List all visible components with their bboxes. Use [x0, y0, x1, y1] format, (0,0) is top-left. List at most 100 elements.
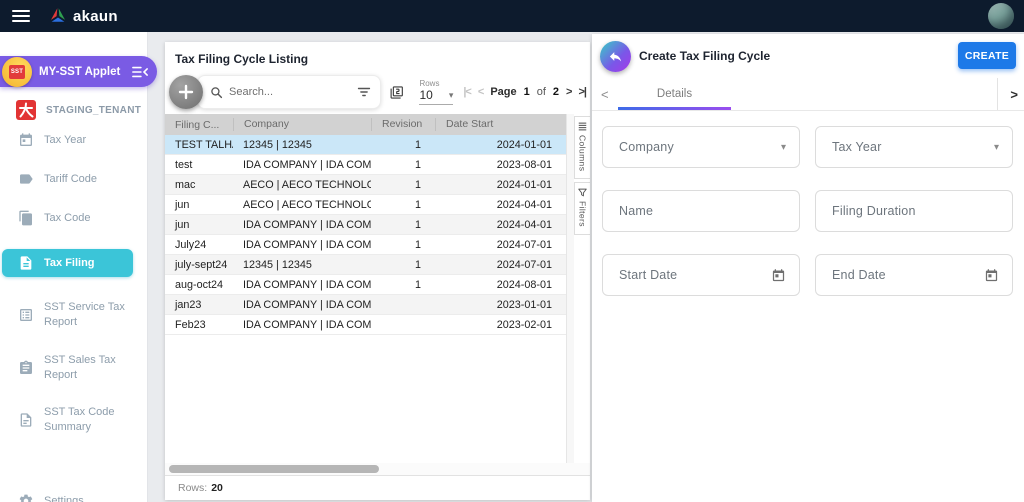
cell-date-start: 2024-04-01: [496, 218, 552, 231]
sidebar-item-tariff-code[interactable]: Tariff Code: [0, 171, 141, 187]
table-row[interactable]: july-sept24 12345 | 12345 1 2024-07-01: [165, 255, 566, 275]
table-header: Filing C... Company Revision Date Start: [165, 114, 566, 135]
user-avatar[interactable]: [988, 3, 1014, 29]
applet-switcher[interactable]: SST MY-SST Applet: [0, 56, 157, 87]
vertical-scrollbar[interactable]: [566, 114, 574, 463]
sidebar-item-sst-tax-code-summary[interactable]: SST Tax Code Summary: [0, 405, 141, 435]
sidebar-item-tax-year[interactable]: Tax Year: [0, 132, 141, 148]
cell-company: IDA COMPANY | IDA COMPA...: [243, 158, 371, 171]
calendar-icon[interactable]: [984, 268, 999, 283]
cell-filing: july-sept24: [175, 258, 228, 271]
name-field[interactable]: Name: [602, 190, 800, 232]
cell-date-start: 2023-02-01: [496, 318, 552, 331]
sst-applet-icon: SST: [2, 56, 32, 87]
table-row[interactable]: TEST TALHA 12345 | 12345 1 2024-01-01: [165, 135, 566, 155]
table-row[interactable]: Feb23 IDA COMPANY | IDA COMPA... 2023-02…: [165, 315, 566, 335]
search-input[interactable]: [229, 86, 357, 98]
collapse-sidebar-icon[interactable]: [132, 65, 148, 79]
tab-details[interactable]: Details: [618, 78, 731, 110]
table-row[interactable]: jun IDA COMPANY | IDA COMPA... 1 2024-04…: [165, 215, 566, 235]
page-label: Page: [490, 86, 517, 98]
cell-date-start: 2023-01-01: [496, 298, 552, 311]
filter-list-icon[interactable]: [357, 86, 371, 98]
tabs-scroll-right-icon[interactable]: >: [1010, 87, 1018, 102]
table-row[interactable]: test IDA COMPANY | IDA COMPA... 1 2023-0…: [165, 155, 566, 175]
cell-filing: jan23: [175, 298, 202, 311]
cell-company: IDA COMPANY | IDA COMPA...: [243, 298, 371, 311]
cell-revision: 1: [414, 258, 421, 271]
sidebar-item-label: Tariff Code: [44, 172, 97, 185]
tenant-selector[interactable]: STAGING_TENANT: [16, 100, 141, 120]
calendar-icon[interactable]: [771, 268, 786, 283]
sidebar-item-label: Tax Filing: [44, 256, 95, 269]
table-row[interactable]: jan23 IDA COMPANY | IDA COMPA... 2023-01…: [165, 295, 566, 315]
cell-company: AECO | AECO TECHNOLOGIE...: [243, 198, 371, 211]
copy-icon: [19, 210, 32, 226]
sidebar-item-sst-sales-tax-report[interactable]: SST Sales Tax Report: [0, 353, 141, 383]
cell-company: IDA COMPANY | IDA COMPA...: [243, 318, 371, 331]
cell-filing: test: [175, 158, 193, 171]
horizontal-scrollbar[interactable]: [165, 463, 590, 475]
multi-view-2-icon[interactable]: [390, 83, 403, 102]
clipboard-icon: [20, 360, 32, 374]
back-button[interactable]: [600, 40, 631, 72]
filters-tab[interactable]: Filters: [574, 182, 590, 236]
of-label: of: [536, 86, 546, 98]
cell-filing: jun: [175, 218, 190, 231]
add-record-button[interactable]: [169, 75, 203, 109]
end-date-field[interactable]: End Date: [815, 254, 1013, 296]
rows-per-page-select[interactable]: Rows 10 ▾: [419, 79, 454, 105]
detail-form: Company ▾ Tax Year ▾ Name Filing Duratio…: [592, 111, 1024, 296]
column-header-company[interactable]: Company: [233, 118, 371, 131]
table-row[interactable]: mac AECO | AECO TECHNOLOGIE... 1 2024-01…: [165, 175, 566, 195]
cell-revision: 1: [414, 178, 421, 191]
last-page-button[interactable]: >|: [578, 86, 586, 98]
table-body: TEST TALHA 12345 | 12345 1 2024-01-01 te…: [165, 135, 566, 335]
tabs-scroll-left-icon[interactable]: <: [601, 87, 609, 102]
panel-title: Create Tax Filing Cycle: [639, 49, 771, 63]
cell-revision: 1: [414, 138, 421, 151]
sidebar-item-tax-code[interactable]: Tax Code: [0, 210, 141, 226]
start-date-field[interactable]: Start Date: [602, 254, 800, 296]
tax-year-select[interactable]: Tax Year ▾: [815, 126, 1013, 168]
next-page-button[interactable]: >: [566, 86, 573, 98]
table-row[interactable]: jun AECO | AECO TECHNOLOGIE... 1 2024-04…: [165, 195, 566, 215]
sidebar-item-sst-service-tax-report[interactable]: SST Service Tax Report: [0, 300, 141, 330]
horizontal-scrollbar-thumb[interactable]: [169, 465, 379, 473]
sidebar: SST MY-SST Applet STAGING_TENANT Tax Yea…: [0, 32, 157, 502]
caret-down-icon: ▾: [448, 89, 454, 100]
file-icon: [20, 413, 32, 427]
settings-label: Settings: [44, 495, 84, 502]
caret-down-icon: ▾: [780, 141, 786, 153]
create-tax-filing-cycle-panel: Create Tax Filing Cycle CREATE < Details…: [592, 34, 1024, 502]
rows-count-label: Rows:: [178, 482, 208, 494]
cell-company: 12345 | 12345: [243, 258, 312, 271]
columns-icon: [578, 122, 587, 131]
first-page-button[interactable]: |<: [463, 86, 471, 98]
cell-company: IDA COMPANY | IDA COMPA...: [243, 278, 371, 291]
filing-duration-field[interactable]: Filing Duration: [815, 190, 1013, 232]
create-button[interactable]: CREATE: [958, 42, 1016, 69]
tenant-logo-icon: [16, 100, 36, 120]
cell-date-start: 2024-08-01: [496, 278, 552, 291]
prev-page-button[interactable]: <: [478, 86, 485, 98]
column-header-date-start[interactable]: Date Start: [435, 118, 566, 131]
column-header-filing[interactable]: Filing C...: [165, 119, 233, 131]
current-page: 1: [523, 86, 530, 98]
brand-logo: akaun: [48, 7, 118, 25]
cell-date-start: 2024-07-01: [496, 258, 552, 271]
table-row[interactable]: aug-oct24 IDA COMPANY | IDA COMPA... 1 2…: [165, 275, 566, 295]
sidebar-item-tax-filing[interactable]: Tax Filing: [2, 249, 133, 277]
columns-tab[interactable]: Columns: [574, 116, 590, 180]
menu-icon[interactable]: [12, 10, 30, 22]
table-row[interactable]: July24 IDA COMPANY | IDA COMPA... 1 2024…: [165, 235, 566, 255]
cell-date-start: 2024-01-01: [496, 178, 552, 191]
cell-company: 12345 | 12345: [243, 138, 312, 151]
top-navbar: akaun: [0, 0, 1024, 32]
company-select[interactable]: Company ▾: [602, 126, 800, 168]
column-header-revision[interactable]: Revision: [371, 118, 435, 131]
active-tab-underline: [618, 107, 731, 110]
total-pages: 2: [552, 86, 560, 98]
name-field-label: Name: [619, 204, 654, 218]
sidebar-item-settings[interactable]: Settings: [18, 493, 84, 502]
